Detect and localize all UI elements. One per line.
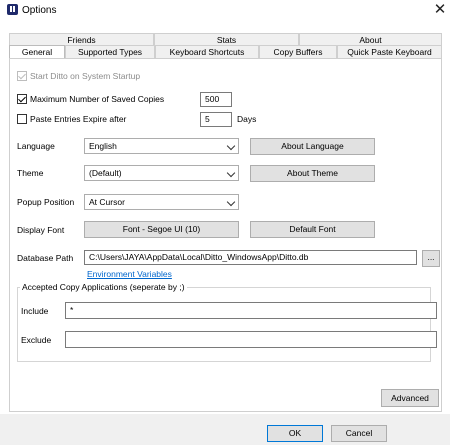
- theme-select[interactable]: (Default): [84, 165, 239, 181]
- accepted-applications-title: Accepted Copy Applications (seperate by …: [20, 282, 187, 292]
- close-button[interactable]: ✕: [431, 2, 449, 20]
- advanced-button[interactable]: Advanced: [381, 389, 439, 407]
- title-bar: Options ✕: [0, 0, 450, 22]
- expire-days-input[interactable]: 5: [200, 112, 232, 127]
- max-saved-checkbox[interactable]: [17, 94, 27, 104]
- database-path-label: Database Path: [17, 253, 74, 263]
- tab-keyboard-shortcuts[interactable]: Keyboard Shortcuts: [155, 45, 259, 58]
- display-font-label: Display Font: [17, 225, 65, 235]
- chevron-down-icon: [226, 168, 236, 178]
- accepted-applications-group: [17, 287, 431, 362]
- font-button[interactable]: Font - Segoe UI (10): [84, 221, 239, 238]
- include-input[interactable]: *: [65, 302, 437, 319]
- ok-button[interactable]: OK: [267, 425, 323, 442]
- theme-value: (Default): [89, 168, 122, 178]
- window-title: Options: [22, 5, 57, 16]
- language-value: English: [89, 141, 117, 151]
- language-select[interactable]: English: [84, 138, 239, 154]
- exclude-label: Exclude: [21, 335, 52, 345]
- about-language-button[interactable]: About Language: [250, 138, 375, 155]
- tab-general[interactable]: General: [9, 45, 65, 59]
- max-saved-label: Maximum Number of Saved Copies: [30, 94, 165, 104]
- expire-days-unit: Days: [237, 114, 257, 124]
- chevron-down-icon: [226, 141, 236, 151]
- language-label: Language: [17, 141, 55, 151]
- exclude-input[interactable]: [65, 331, 437, 348]
- popup-position-select[interactable]: At Cursor: [84, 194, 239, 210]
- include-label: Include: [21, 306, 49, 316]
- tab-supported-types[interactable]: Supported Types: [65, 45, 155, 58]
- expire-checkbox[interactable]: [17, 114, 27, 124]
- popup-position-label: Popup Position: [17, 197, 75, 207]
- database-path-input[interactable]: C:\Users\JAYA\AppData\Local\Ditto_Window…: [84, 250, 417, 265]
- max-saved-input[interactable]: 500: [200, 92, 232, 107]
- popup-position-value: At Cursor: [89, 197, 125, 207]
- tab-copy-buffers[interactable]: Copy Buffers: [259, 45, 337, 58]
- browse-button[interactable]: ...: [422, 250, 440, 267]
- about-theme-button[interactable]: About Theme: [250, 165, 375, 182]
- theme-label: Theme: [17, 168, 44, 178]
- chevron-down-icon: [226, 197, 236, 207]
- environment-variables-link[interactable]: Environment Variables: [87, 269, 172, 279]
- app-icon: [7, 4, 18, 15]
- start-on-startup-checkbox[interactable]: [17, 71, 27, 81]
- default-font-button[interactable]: Default Font: [250, 221, 375, 238]
- tab-quick-paste-keyboard[interactable]: Quick Paste Keyboard: [337, 45, 442, 58]
- start-on-startup-label: Start Ditto on System Startup: [30, 71, 141, 81]
- cancel-button[interactable]: Cancel: [331, 425, 387, 442]
- expire-label: Paste Entries Expire after: [30, 114, 127, 124]
